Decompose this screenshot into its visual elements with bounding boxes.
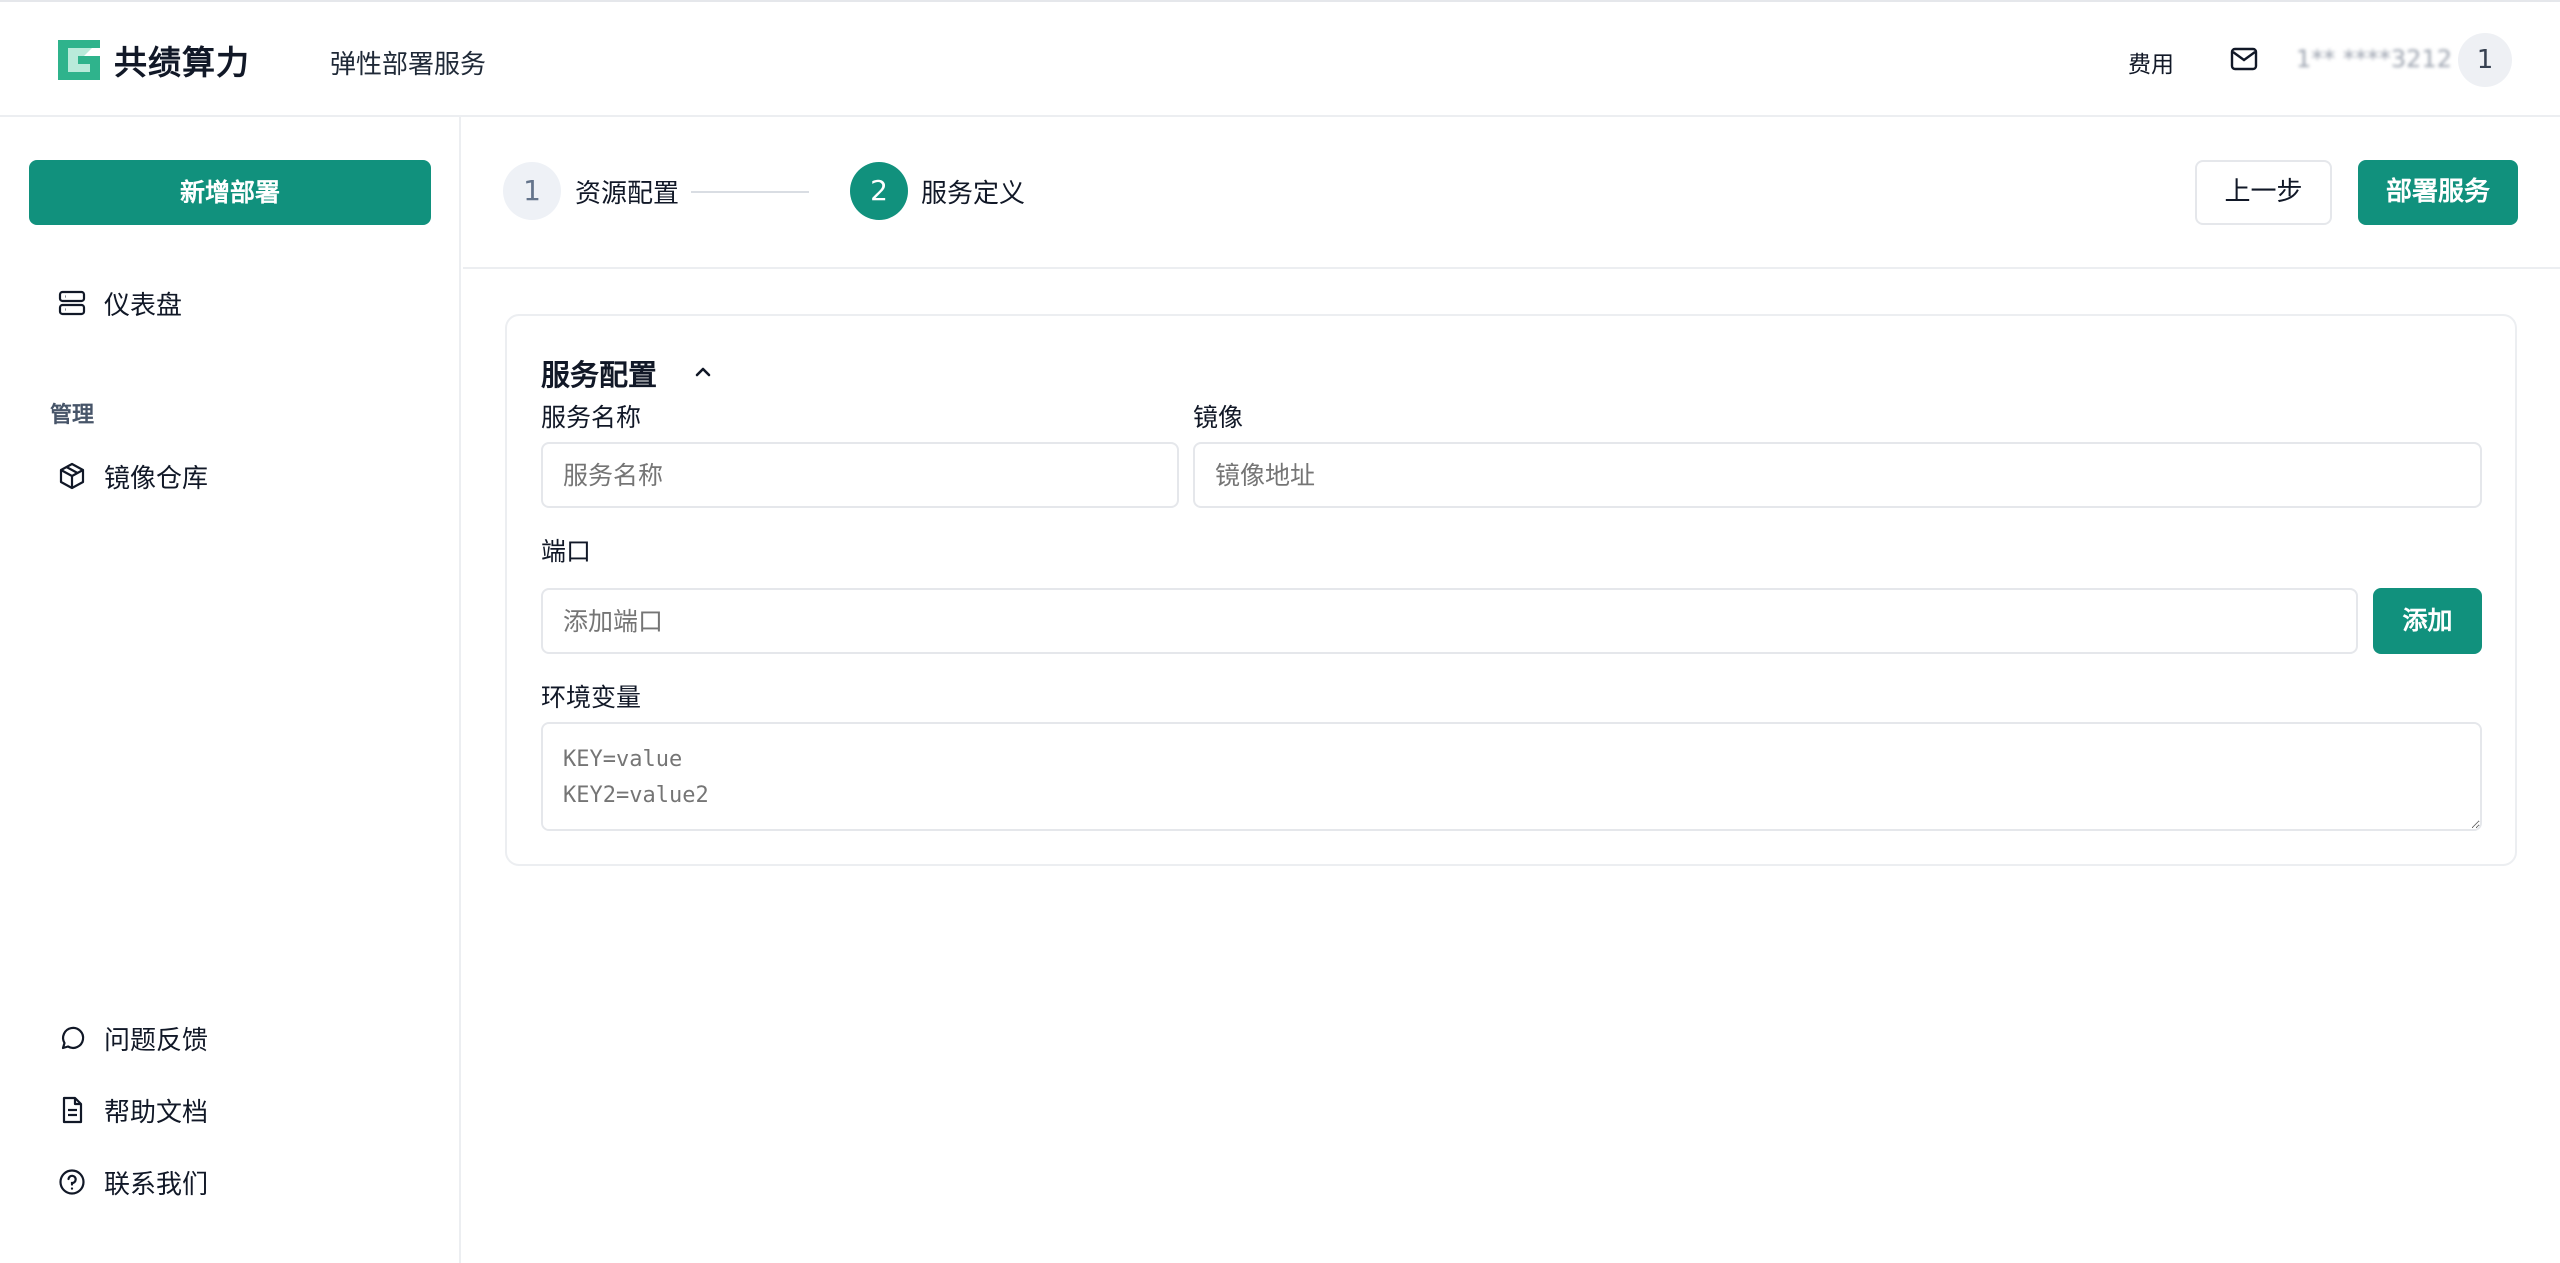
service-name-input[interactable] bbox=[541, 442, 1179, 508]
sidebar-item-contact[interactable]: 联系我们 bbox=[58, 1162, 208, 1202]
product-name: 弹性部署服务 bbox=[330, 50, 487, 80]
sidebar-item-label: 问题反馈 bbox=[104, 1025, 209, 1056]
step-connector bbox=[691, 191, 809, 193]
server-icon bbox=[58, 290, 86, 316]
deploy-service-button[interactable]: 部署服务 bbox=[2358, 160, 2518, 225]
top-header: 共绩算力 弹性部署服务 费用 1** ****3212 1 bbox=[0, 0, 2560, 117]
step-1-number[interactable]: 1 bbox=[503, 162, 561, 220]
card-title[interactable]: 服务配置 bbox=[541, 352, 657, 394]
new-deployment-button[interactable]: 新增部署 bbox=[29, 160, 431, 225]
env-vars-label: 环境变量 bbox=[541, 683, 642, 712]
sidebar: 新增部署 仪表盘 管理 镜像仓库 问题反馈 帮助文档 联系我们 bbox=[0, 117, 461, 1263]
add-port-button[interactable]: 添加 bbox=[2373, 588, 2482, 654]
sidebar-item-feedback[interactable]: 问题反馈 bbox=[58, 1018, 208, 1058]
sidebar-item-help-docs[interactable]: 帮助文档 bbox=[58, 1090, 208, 1130]
package-icon bbox=[59, 462, 85, 490]
brand-name[interactable]: 共绩算力 bbox=[114, 36, 250, 84]
section-label-manage: 管理 bbox=[50, 403, 95, 428]
chevron-up-icon[interactable] bbox=[691, 360, 715, 384]
avatar[interactable]: 1 bbox=[2458, 33, 2512, 87]
user-phone[interactable]: 1** ****3212 bbox=[2296, 45, 2452, 73]
service-config-card: 服务配置 服务名称 镜像 端口 添加 环境变量 bbox=[505, 314, 2517, 866]
port-label: 端口 bbox=[541, 537, 592, 566]
step-2-label[interactable]: 服务定义 bbox=[921, 173, 1025, 210]
stepper: 1 资源配置 2 服务定义 上一步 部署服务 bbox=[463, 117, 2560, 269]
step-2-number[interactable]: 2 bbox=[850, 162, 908, 220]
logo-icon[interactable] bbox=[56, 38, 102, 82]
sidebar-item-label: 仪表盘 bbox=[104, 290, 183, 321]
image-label: 镜像 bbox=[1193, 403, 1244, 432]
sidebar-item-label: 帮助文档 bbox=[104, 1097, 209, 1128]
file-text-icon bbox=[62, 1096, 83, 1124]
port-input[interactable] bbox=[541, 588, 2358, 654]
previous-step-button[interactable]: 上一步 bbox=[2195, 160, 2332, 225]
sidebar-item-dashboard[interactable]: 仪表盘 bbox=[58, 283, 182, 323]
mail-icon[interactable] bbox=[2230, 46, 2258, 72]
step-1-label[interactable]: 资源配置 bbox=[575, 173, 679, 210]
sidebar-item-label: 联系我们 bbox=[104, 1169, 209, 1200]
fee-link[interactable]: 费用 bbox=[2128, 45, 2174, 79]
service-name-label: 服务名称 bbox=[541, 403, 642, 432]
sidebar-item-image-repo[interactable]: 镜像仓库 bbox=[58, 456, 208, 496]
sidebar-item-label: 镜像仓库 bbox=[104, 463, 209, 494]
message-circle-icon bbox=[61, 1026, 85, 1050]
help-circle-icon bbox=[59, 1169, 85, 1195]
env-vars-textarea[interactable] bbox=[541, 722, 2482, 831]
image-address-input[interactable] bbox=[1193, 442, 2482, 508]
